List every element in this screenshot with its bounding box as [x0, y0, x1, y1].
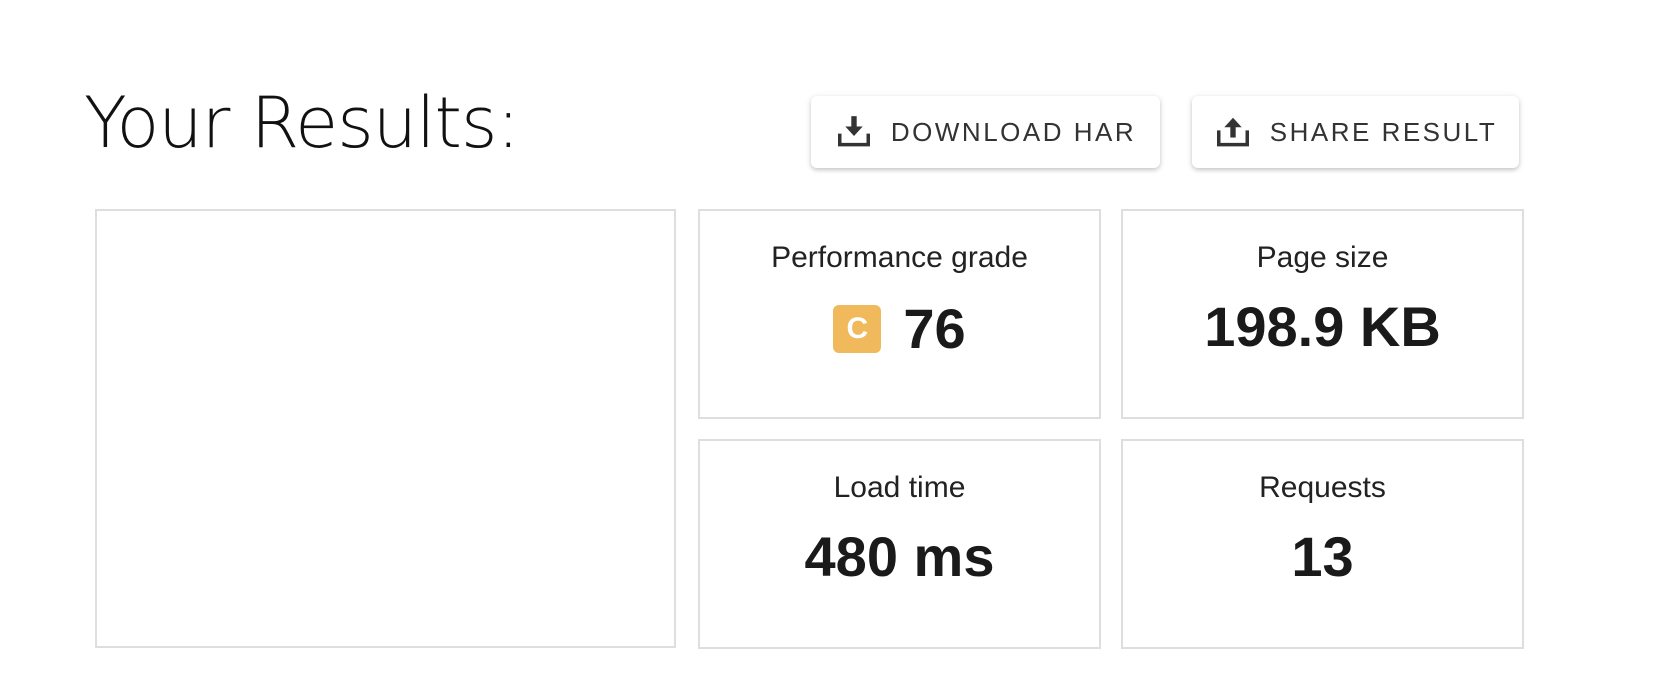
grade-badge: C	[833, 305, 882, 353]
performance-grade-row: C 76	[700, 295, 1099, 363]
load-time-value: 480 ms	[804, 525, 995, 588]
download-har-label: DOWNLOAD HAR	[890, 116, 1137, 147]
performance-grade-card: Performance grade C 76	[698, 209, 1101, 419]
load-time-card: Load time 480 ms	[698, 439, 1101, 649]
load-time-label: Load time	[833, 471, 966, 504]
requests-card: Requests 13	[1121, 439, 1524, 649]
page-screenshot-preview	[95, 209, 676, 648]
page-title: Your Results:	[84, 82, 520, 164]
share-upload-icon	[1214, 113, 1252, 151]
performance-score: 76	[903, 297, 966, 360]
download-har-button[interactable]: DOWNLOAD HAR	[811, 96, 1160, 168]
page-size-label: Page size	[1256, 241, 1389, 274]
page-size-value: 198.9 KB	[1204, 295, 1441, 358]
share-result-button[interactable]: SHARE RESULT	[1192, 96, 1519, 168]
performance-grade-label: Performance grade	[771, 241, 1028, 274]
page-size-card: Page size 198.9 KB	[1121, 209, 1524, 419]
requests-label: Requests	[1259, 471, 1386, 504]
share-result-label: SHARE RESULT	[1269, 116, 1498, 147]
download-icon	[835, 113, 873, 151]
requests-value: 13	[1291, 525, 1354, 588]
